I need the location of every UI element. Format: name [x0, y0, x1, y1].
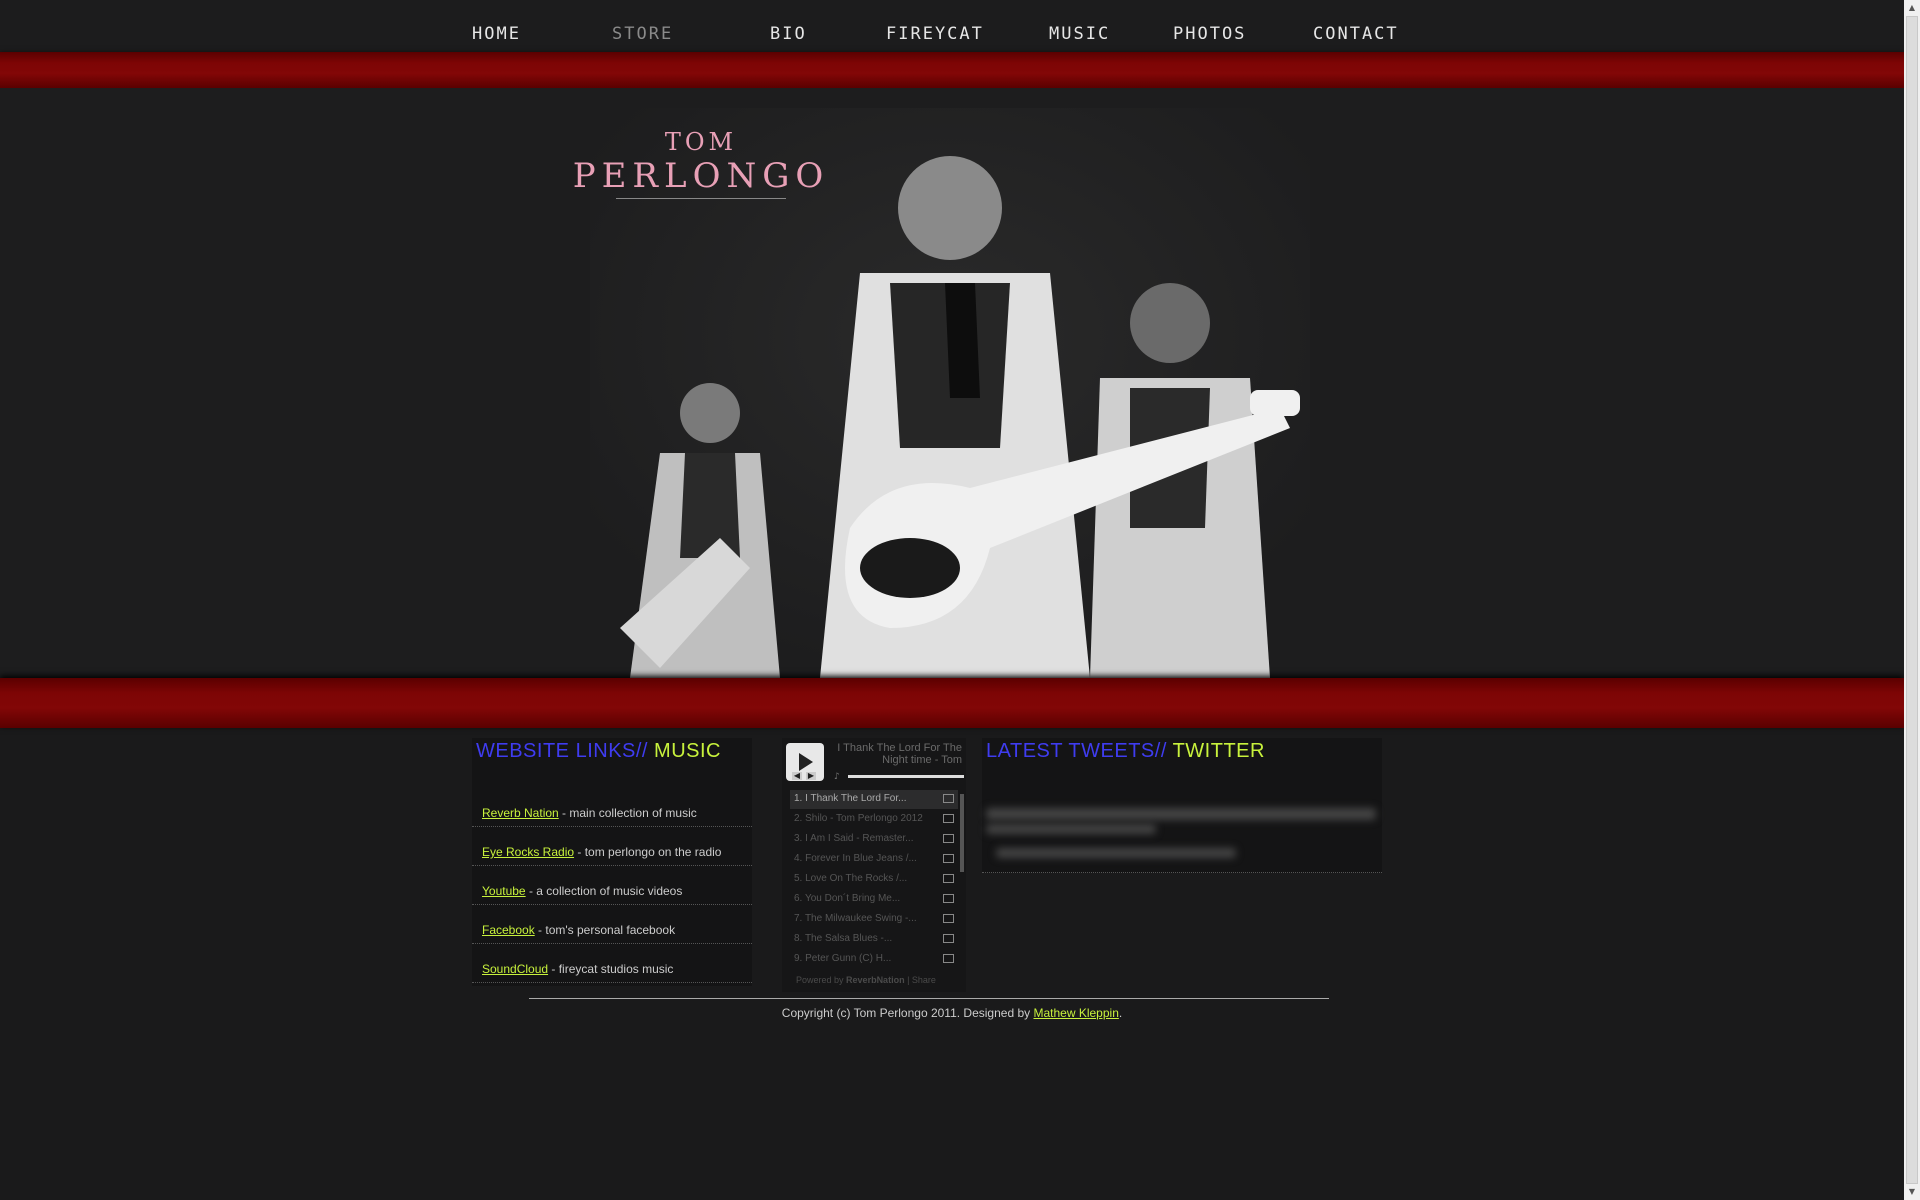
tweets-panel-title: LATEST TWEETS// TWITTER: [986, 740, 1265, 763]
playlist-track[interactable]: 9. Peter Gunn (C) H...: [790, 950, 958, 969]
tweets-title-part1: LATEST TWEETS//: [986, 740, 1167, 762]
share-link[interactable]: Share: [912, 975, 936, 985]
playlist-track[interactable]: 3. I Am I Said - Remaster...: [790, 830, 958, 849]
nav-store[interactable]: STORE: [612, 24, 673, 44]
track-menu-icon[interactable]: [943, 854, 954, 863]
track-menu-icon[interactable]: [943, 914, 954, 923]
track-menu-icon[interactable]: [943, 814, 954, 823]
now-playing-title: I Thank The Lord For The Night time - To…: [837, 742, 962, 766]
playlist-track[interactable]: 7. The Milwaukee Swing -...: [790, 910, 958, 929]
footer-divider: [529, 998, 1329, 999]
playlist-track[interactable]: 5. Love On The Rocks /...: [790, 870, 958, 889]
progress-bar[interactable]: [848, 775, 964, 778]
nav-music[interactable]: MUSIC: [1049, 24, 1110, 44]
nav-home[interactable]: HOME: [472, 24, 521, 44]
track-title: 2. Shilo - Tom Perlongo 2012: [794, 813, 923, 824]
playlist-track[interactable]: 4. Forever In Blue Jeans /...: [790, 850, 958, 869]
track-title: 8. The Salsa Blues -...: [794, 933, 893, 944]
tweets-title-part2: TWITTER: [1172, 740, 1265, 762]
track-menu-icon[interactable]: [943, 954, 954, 963]
soundcloud-link[interactable]: SoundCloud: [482, 962, 548, 976]
reverbnation-link[interactable]: ReverbNation: [846, 975, 905, 985]
logo-flourish: [616, 198, 786, 199]
youtube-link[interactable]: Youtube: [482, 884, 526, 898]
track-menu-icon[interactable]: [943, 894, 954, 903]
track-title: 9. Peter Gunn (C) H...: [794, 953, 892, 964]
link-description: - fireycat studios music: [548, 962, 674, 976]
link-row: Youtube - a collection of music videos: [472, 866, 752, 905]
facebook-link[interactable]: Facebook: [482, 923, 535, 937]
top-navigation: HOME STORE BIO FIREYCAT MUSIC PHOTOS CON…: [0, 0, 1904, 52]
track-menu-icon[interactable]: [943, 874, 954, 883]
playlist-track[interactable]: 1. I Thank The Lord For...: [790, 790, 958, 809]
track-title: 5. Love On The Rocks /...: [794, 873, 908, 884]
page-scrollbar[interactable]: ▲ ▼: [1904, 0, 1920, 1200]
latest-tweets-panel: LATEST TWEETS// TWITTER: [982, 738, 1382, 873]
track-title: 4. Forever In Blue Jeans /...: [794, 853, 917, 864]
nav-photos[interactable]: PHOTOS: [1173, 24, 1246, 44]
next-track-button[interactable]: ▶: [806, 772, 816, 780]
link-description: - tom perlongo on the radio: [574, 845, 722, 859]
tom-perlongo-logo[interactable]: TOM PERLONGO: [566, 128, 836, 208]
bottom-red-band: [0, 678, 1904, 728]
link-description: - tom's personal facebook: [534, 923, 676, 937]
playlist-track[interactable]: 6. You Don´t Bring Me...: [790, 890, 958, 909]
link-row: SoundCloud - fireycat studios music: [472, 944, 752, 983]
logo-bottom-text: PERLONGO: [572, 156, 830, 196]
music-player-widget: I Thank The Lord For The Night time - To…: [782, 738, 966, 992]
link-row: Eye Rocks Radio - tom perlongo on the ra…: [472, 827, 752, 866]
link-row: Reverb Nation - main collection of music: [472, 788, 752, 827]
links-title-part1: WEBSITE LINKS//: [476, 740, 648, 762]
top-red-band: [0, 52, 1904, 88]
link-description: - main collection of music: [558, 806, 697, 820]
volume-icon[interactable]: ♪: [834, 772, 840, 782]
scrollbar-thumb[interactable]: [1906, 16, 1918, 1184]
track-menu-icon[interactable]: [943, 934, 954, 943]
track-title: 1. I Thank The Lord For...: [794, 793, 907, 804]
playlist-scrollbar[interactable]: [960, 794, 964, 872]
powered-by: Powered by ReverbNation | Share: [796, 975, 936, 985]
reverb-nation-link[interactable]: Reverb Nation: [482, 806, 559, 820]
scroll-down-icon[interactable]: ▼: [1904, 1184, 1920, 1200]
track-title: 7. The Milwaukee Swing -...: [794, 913, 917, 924]
hero-banner: TOM PERLONGO: [0, 88, 1904, 678]
footer: Copyright (c) Tom Perlongo 2011. Designe…: [0, 1006, 1904, 1020]
prev-track-button[interactable]: ◀: [792, 772, 802, 780]
links-panel-title: WEBSITE LINKS// MUSIC: [476, 740, 721, 763]
playlist-track[interactable]: 8. The Salsa Blues -...: [790, 930, 958, 949]
track-title: 6. You Don´t Bring Me...: [794, 893, 901, 904]
link-row: Facebook - tom's personal facebook: [472, 905, 752, 944]
track-menu-icon[interactable]: [943, 834, 954, 843]
copyright-text: Copyright (c) Tom Perlongo 2011. Designe…: [781, 1006, 1034, 1020]
designer-link[interactable]: Mathew Kleppin: [1033, 1006, 1118, 1020]
website-links-panel: WEBSITE LINKS// MUSIC Reverb Nation - ma…: [472, 738, 752, 986]
eye-rocks-radio-link[interactable]: Eye Rocks Radio: [482, 845, 574, 859]
links-title-part2: MUSIC: [654, 740, 721, 762]
scroll-up-icon[interactable]: ▲: [1904, 0, 1920, 16]
link-description: - a collection of music videos: [525, 884, 683, 898]
footer-end: .: [1118, 1006, 1123, 1020]
blurred-tweet-line: [996, 848, 1236, 858]
nav-contact[interactable]: CONTACT: [1313, 24, 1399, 44]
blurred-tweet-line: [986, 824, 1156, 834]
blurred-tweet-line: [986, 808, 1376, 820]
track-menu-icon[interactable]: [943, 794, 954, 803]
logo-top-text: TOM: [664, 128, 738, 156]
powered-by-label: Powered by: [796, 975, 844, 985]
track-title: 3. I Am I Said - Remaster...: [794, 833, 914, 844]
nav-fireycat[interactable]: FIREYCAT: [886, 24, 984, 44]
playlist-track[interactable]: 2. Shilo - Tom Perlongo 2012: [790, 810, 958, 829]
nav-bio[interactable]: BIO: [770, 24, 807, 44]
